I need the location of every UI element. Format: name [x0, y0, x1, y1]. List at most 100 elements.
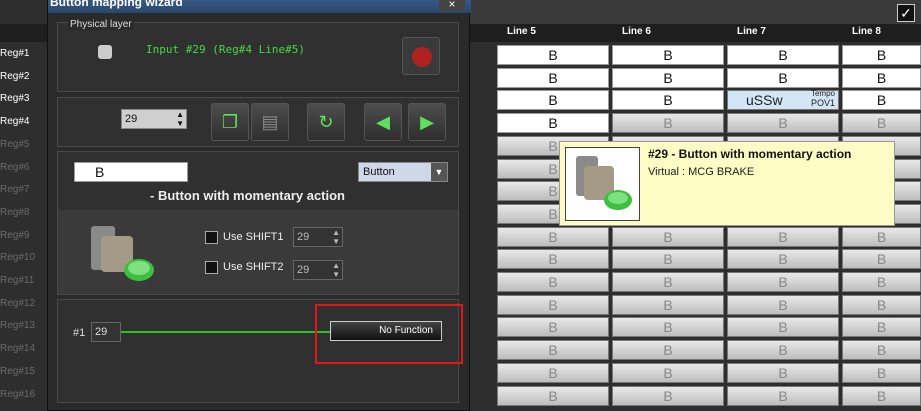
spinner-arrows-icon[interactable]: ▲ ▼ — [332, 261, 340, 279]
toolbar-panel: 29 ▲ ▼ ❐ ▤ ↻ ◀ ▶ — [57, 97, 459, 147]
shift1-checkbox[interactable] — [205, 231, 218, 244]
grid-cell[interactable]: B — [612, 317, 724, 338]
grid-cell[interactable]: B — [727, 272, 839, 292]
grid-cell[interactable]: B — [727, 226, 839, 247]
previous-button[interactable]: ◀ — [364, 103, 402, 141]
grid-cell[interactable]: B — [612, 67, 724, 88]
type-select[interactable]: Button ▼ — [358, 162, 448, 182]
row-label: Reg#6 — [0, 161, 30, 173]
row-label: Reg#12 — [0, 297, 36, 309]
mapping-value-field[interactable]: B — [74, 162, 188, 182]
grid-cell[interactable]: B — [612, 362, 724, 383]
grid-cell[interactable]: uSSw Tempo POV1 — [727, 89, 839, 111]
grid-cell[interactable]: B — [727, 362, 839, 383]
grid-cell[interactable]: B — [497, 385, 609, 406]
grid-cell[interactable]: B — [727, 113, 839, 134]
grid-cell[interactable]: B — [727, 317, 839, 338]
row-label: Reg#7 — [0, 184, 30, 196]
input-led — [98, 45, 112, 59]
grid-cell[interactable]: B — [842, 362, 921, 383]
shift2-checkbox[interactable] — [205, 261, 218, 274]
row-label: Reg#13 — [0, 320, 36, 332]
grid-cell[interactable]: B — [612, 385, 724, 406]
arrow-left-icon: ◀ — [376, 112, 390, 132]
row-label: Reg#4 — [0, 116, 30, 128]
grid-cell[interactable]: B — [612, 45, 724, 65]
next-button[interactable]: ▶ — [408, 103, 446, 141]
shift1-value: 29 — [297, 231, 310, 243]
copy-button[interactable]: ❐ — [211, 103, 249, 141]
grid-cell[interactable]: B — [842, 249, 921, 270]
grid-cell[interactable]: B — [727, 385, 839, 406]
grid-cell[interactable]: B — [612, 272, 724, 292]
grid-cell[interactable]: B — [727, 249, 839, 270]
grid-cell[interactable]: B — [727, 294, 839, 315]
grid-cell[interactable]: B — [612, 113, 724, 134]
tooltip: #29 - Button with momentary action Virtu… — [559, 141, 895, 226]
switch-image — [565, 147, 640, 221]
grid-cell[interactable]: B — [727, 45, 839, 65]
grid-cell[interactable]: B — [497, 362, 609, 383]
grid-cell[interactable]: B — [497, 317, 609, 338]
spinner-arrows-icon[interactable]: ▲ ▼ — [332, 228, 340, 246]
spinner-arrows-icon[interactable]: ▲ ▼ — [176, 110, 184, 128]
cell-pov-text: POV1 — [810, 98, 835, 109]
grid-cell[interactable]: B — [497, 45, 609, 65]
grid-cell[interactable]: B — [612, 294, 724, 315]
grid-cell[interactable]: B — [497, 90, 609, 111]
grid-cell[interactable]: B — [842, 226, 921, 247]
grid-cell[interactable]: B — [497, 249, 609, 270]
record-button[interactable] — [402, 37, 440, 75]
grid-cell[interactable]: B — [842, 385, 921, 406]
grid-cell[interactable]: B — [497, 67, 609, 88]
row-label: Reg#1 — [0, 48, 30, 59]
button-mapping-wizard: Button mapping wizard × Physical layer I… — [47, 0, 471, 411]
shift2-spinner[interactable]: 29 ▲ ▼ — [293, 260, 343, 280]
grid-cell[interactable]: B — [842, 67, 921, 88]
row-label: Reg#14 — [0, 343, 36, 355]
grid-cell[interactable]: B — [497, 294, 609, 315]
shift2-label: Use SHIFT2 — [223, 261, 284, 273]
grid-cell[interactable]: B — [842, 90, 921, 111]
grid-cell[interactable]: B — [842, 317, 921, 338]
grid-cell[interactable]: B — [842, 113, 921, 134]
grid-cell[interactable]: B — [842, 45, 921, 65]
row-label: Reg#16 — [0, 388, 36, 400]
header-checkbox[interactable]: ✓ — [897, 4, 915, 22]
row-label: Reg#15 — [0, 365, 36, 377]
tooltip-title: #29 - Button with momentary action — [648, 147, 852, 161]
grid-cell[interactable]: B — [497, 340, 609, 361]
refresh-icon: ↻ — [318, 112, 334, 132]
grid-cell[interactable]: B — [842, 340, 921, 361]
row-label: Reg#5 — [0, 138, 30, 150]
shift2-value: 29 — [297, 264, 310, 276]
physical-layer-label: Physical layer — [68, 19, 134, 30]
grid-cell[interactable]: B — [497, 226, 609, 247]
paste-icon: ▤ — [261, 112, 279, 132]
grid-cell[interactable]: B — [612, 249, 724, 270]
shift1-spinner[interactable]: 29 ▲ ▼ — [293, 227, 343, 247]
wizard-titlebar[interactable]: Button mapping wizard — [48, 0, 471, 13]
grid-cell[interactable]: B — [727, 67, 839, 88]
grid-cell[interactable]: B — [497, 272, 609, 292]
chain-value-field[interactable]: 29 — [91, 322, 121, 342]
column-header-line8: Line 8 — [852, 26, 881, 37]
paste-button[interactable]: ▤ — [251, 103, 289, 141]
grid-cell[interactable]: B — [842, 294, 921, 315]
grid-cell[interactable]: B — [842, 272, 921, 292]
row-label: Reg#3 — [0, 93, 30, 105]
reset-button[interactable]: ↻ — [307, 103, 345, 141]
cell-main-text: uSSw — [746, 92, 783, 109]
mapping-description: - Button with momentary action — [150, 188, 345, 203]
row-label: Reg#9 — [0, 229, 30, 241]
input-number-spinner[interactable]: 29 ▲ ▼ — [121, 109, 187, 129]
physical-layer-panel: Physical layer Input #29 (Reg#4 Line#5) — [57, 19, 459, 92]
grid-cell[interactable]: B — [612, 226, 724, 247]
grid-cell[interactable]: B — [497, 113, 609, 134]
grid-cell[interactable]: B — [612, 90, 724, 111]
row-label: Reg#8 — [0, 206, 30, 218]
grid-cell[interactable]: B — [612, 340, 724, 361]
close-button[interactable]: × — [439, 0, 465, 11]
grid-cell[interactable]: B — [727, 340, 839, 361]
chevron-down-icon[interactable]: ▼ — [431, 163, 447, 181]
